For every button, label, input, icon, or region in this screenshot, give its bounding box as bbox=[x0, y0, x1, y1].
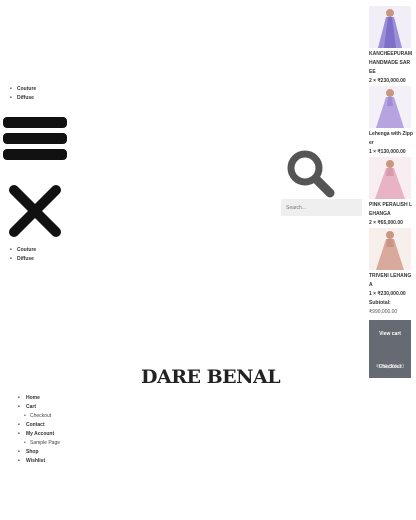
cart-item: Lehenga with Zipper 1 × ₹130,000.00 bbox=[369, 86, 413, 157]
product-thumbnail[interactable] bbox=[369, 6, 411, 48]
cart-item: PINK PERALISH LEHANGA 2 × ₹65,000.00 bbox=[369, 157, 413, 228]
menu-item-couture[interactable]: Couture bbox=[10, 85, 36, 94]
cart-item: TRIVENI LEHANGA 1 × ₹230,000.00 bbox=[369, 228, 413, 299]
footer-item-home[interactable]: Home bbox=[18, 394, 60, 403]
checkout-button[interactable]: Checkout ₹990,000.00 bbox=[369, 343, 411, 378]
footer-item-my-account[interactable]: My Account bbox=[18, 430, 60, 439]
footer-item-wishlist[interactable]: Wishlist bbox=[18, 457, 60, 466]
footer-item-checkout[interactable]: Checkout bbox=[18, 412, 60, 421]
search-input[interactable] bbox=[281, 199, 362, 216]
product-thumbnail[interactable] bbox=[369, 157, 411, 199]
search-icon[interactable] bbox=[285, 148, 337, 200]
product-thumbnail[interactable] bbox=[369, 228, 411, 270]
close-icon[interactable] bbox=[8, 184, 62, 238]
menu-item-diffuse[interactable]: Diffuse bbox=[10, 94, 36, 103]
menu-mid: Couture Diffuse bbox=[10, 246, 36, 264]
cart-item-quantity: 2 × ₹65,000.00 bbox=[369, 220, 403, 226]
cart-item-name[interactable]: Lehenga with Zipper bbox=[369, 130, 413, 148]
menu-item-diffuse[interactable]: Diffuse bbox=[10, 255, 36, 264]
menu-item-couture[interactable]: Couture bbox=[10, 246, 36, 255]
menu-top: Couture Diffuse bbox=[10, 85, 36, 103]
cart-item-quantity: 2 × ₹230,000.00 bbox=[369, 78, 406, 84]
view-cart-button[interactable]: View cart bbox=[369, 320, 411, 343]
product-thumbnail[interactable] bbox=[369, 86, 411, 128]
footer-item-shop[interactable]: Shop bbox=[18, 448, 60, 457]
subtotal-label: Subtotal: bbox=[369, 300, 391, 306]
footer-item-sample-page[interactable]: Sample Page bbox=[18, 439, 60, 448]
cart-item-quantity: 1 × ₹130,000.00 bbox=[369, 149, 406, 155]
hamburger-menu-icon[interactable] bbox=[3, 117, 67, 163]
cart-item-name[interactable]: KANCHEEPURAM HANDMADE SAREE bbox=[369, 50, 413, 77]
cart-item-name[interactable]: PINK PERALISH LEHANGA bbox=[369, 201, 413, 219]
cart-item: KANCHEEPURAM HANDMADE SAREE 2 × ₹230,000… bbox=[369, 6, 413, 86]
checkout-total: ₹990,000.00 bbox=[375, 364, 405, 370]
footer-menu: Home Cart Checkout Contact My Account Sa… bbox=[18, 394, 60, 466]
mini-cart: KANCHEEPURAM HANDMADE SAREE 2 × ₹230,000… bbox=[369, 6, 413, 378]
footer-item-contact[interactable]: Contact bbox=[18, 421, 60, 430]
cart-item-quantity: 1 × ₹230,000.00 bbox=[369, 291, 406, 297]
footer-item-cart[interactable]: Cart bbox=[18, 403, 60, 412]
site-logo[interactable]: DARE BENAL bbox=[141, 366, 281, 388]
subtotal-value: ₹990,000.00 bbox=[369, 309, 398, 315]
cart-item-name[interactable]: TRIVENI LEHANGA bbox=[369, 272, 413, 290]
